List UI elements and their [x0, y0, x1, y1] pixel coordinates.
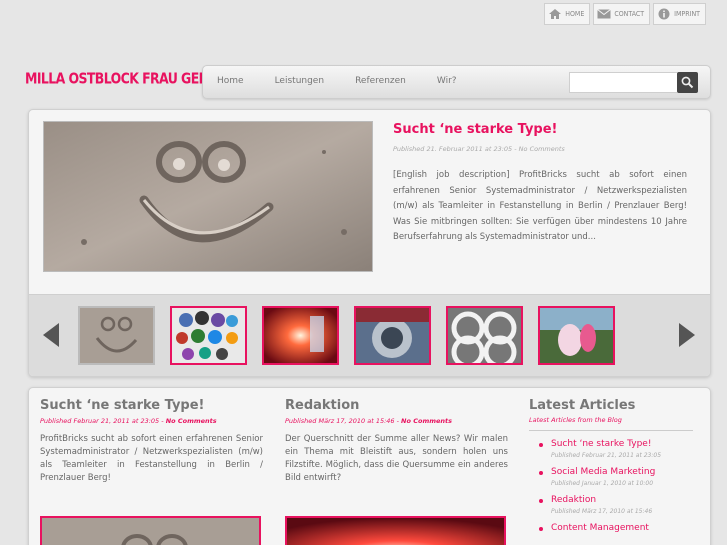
article-link[interactable]: Social Media Marketing: [551, 467, 693, 477]
nav-item-wir[interactable]: Wir?: [437, 76, 457, 86]
mail-icon: [597, 7, 612, 21]
chevron-left-icon: [43, 323, 59, 347]
post-excerpt: ProfitBricks sucht ab sofort einen erfah…: [40, 434, 263, 483]
list-item: Social Media Marketing Published Januar 1…: [529, 467, 693, 487]
featured-meta: Published 21. Februar 2011 at 23:05 - No…: [393, 145, 565, 153]
thumbnail-strip: [29, 294, 710, 376]
search-input[interactable]: [569, 72, 677, 93]
nav-item-referenzen[interactable]: Referenzen: [355, 76, 406, 86]
featured-title[interactable]: Sucht ‘ne starke Type!: [393, 122, 557, 137]
imprint-link-label: Imprint: [674, 10, 700, 18]
bullet-icon: [539, 471, 543, 475]
article-link[interactable]: Content Management: [551, 523, 693, 533]
featured-excerpt: [English job description] ProfitBricks s…: [393, 170, 687, 242]
home-icon: [548, 7, 562, 21]
info-icon: [657, 7, 671, 21]
post-comments-link[interactable]: No Comments: [401, 417, 452, 425]
search-icon: [681, 76, 694, 89]
nav-item-home[interactable]: Home: [217, 76, 244, 86]
latest-articles-widget: Latest Articles Latest Articles from the…: [529, 398, 693, 541]
bullet-icon: [539, 499, 543, 503]
next-arrow[interactable]: [679, 323, 695, 347]
home-link[interactable]: Home: [544, 3, 591, 25]
prev-arrow[interactable]: [43, 323, 59, 347]
bullet-icon: [539, 527, 543, 531]
article-link[interactable]: Redaktion: [551, 495, 693, 505]
latest-articles-list: Sucht ‘ne starke Type! Published Februar …: [529, 439, 693, 533]
featured-image[interactable]: [43, 121, 373, 272]
content-panel: Sucht ‘ne starke Type! Published Februar…: [28, 387, 711, 545]
chevron-right-icon: [679, 323, 695, 347]
article-meta: Published Januar 1, 2010 at 10:00: [551, 480, 654, 487]
contact-link-label: Contact: [614, 10, 645, 18]
thumbnail-red-lights[interactable]: [262, 306, 339, 365]
main-nav: Home Leistungen Referenzen Wir?: [217, 76, 488, 86]
post-column-1: Sucht ‘ne starke Type! Published Februar…: [40, 398, 263, 545]
post-title[interactable]: Sucht ‘ne starke Type!: [40, 398, 263, 413]
thumbnail-dancers[interactable]: [538, 306, 615, 365]
widget-subtitle: Latest Articles from the Blog: [529, 416, 693, 431]
post-meta: Published März 17, 2010 at 15:46 - No Co…: [285, 417, 453, 425]
nav-item-leistungen[interactable]: Leistungen: [275, 76, 324, 86]
list-item: Redaktion Published März 17, 2010 at 15:4…: [529, 495, 693, 515]
list-item: Sucht ‘ne starke Type! Published Februar …: [529, 439, 693, 459]
thumbnail-abstract-rings[interactable]: [446, 306, 523, 365]
widget-title: Latest Articles: [529, 398, 636, 413]
search-button[interactable]: [677, 72, 698, 93]
article-link[interactable]: Sucht ‘ne starke Type!: [551, 439, 693, 449]
post-date: Published Februar 21, 2011 at 23:05: [40, 417, 160, 425]
thumbnail-car-chrome[interactable]: [354, 306, 431, 365]
post-date: Published März 17, 2010 at 15:46: [285, 417, 395, 425]
article-meta: Published Februar 21, 2011 at 23:05: [551, 452, 662, 459]
contact-link[interactable]: Contact: [593, 3, 651, 25]
post-title[interactable]: Redaktion: [285, 398, 508, 413]
home-link-label: Home: [565, 10, 585, 18]
article-meta: Published März 17, 2010 at 15:46: [551, 508, 653, 515]
thumbnail-buttons[interactable]: [170, 306, 247, 365]
post-meta: Published Februar 21, 2011 at 23:05 - No…: [40, 417, 217, 425]
imprint-link[interactable]: Imprint: [653, 3, 706, 25]
top-utility-links: Home Contact Imprint: [544, 3, 706, 25]
main-navbar: Home Leistungen Referenzen Wir?: [202, 65, 711, 99]
post-comments-link[interactable]: No Comments: [166, 417, 217, 425]
post-image[interactable]: [40, 516, 261, 545]
thumbnail-sand-smiley[interactable]: [78, 306, 155, 365]
bullet-icon: [539, 443, 543, 447]
list-item: Content Management: [529, 523, 693, 533]
post-image[interactable]: [285, 516, 506, 545]
post-column-2: Redaktion Published März 17, 2010 at 15:…: [285, 398, 508, 545]
post-excerpt: Der Querschnitt der Summe aller News? Wi…: [285, 434, 508, 483]
featured-slider: Sucht ‘ne starke Type! Published 21. Feb…: [28, 109, 711, 377]
thumbnail-list: [78, 306, 615, 365]
